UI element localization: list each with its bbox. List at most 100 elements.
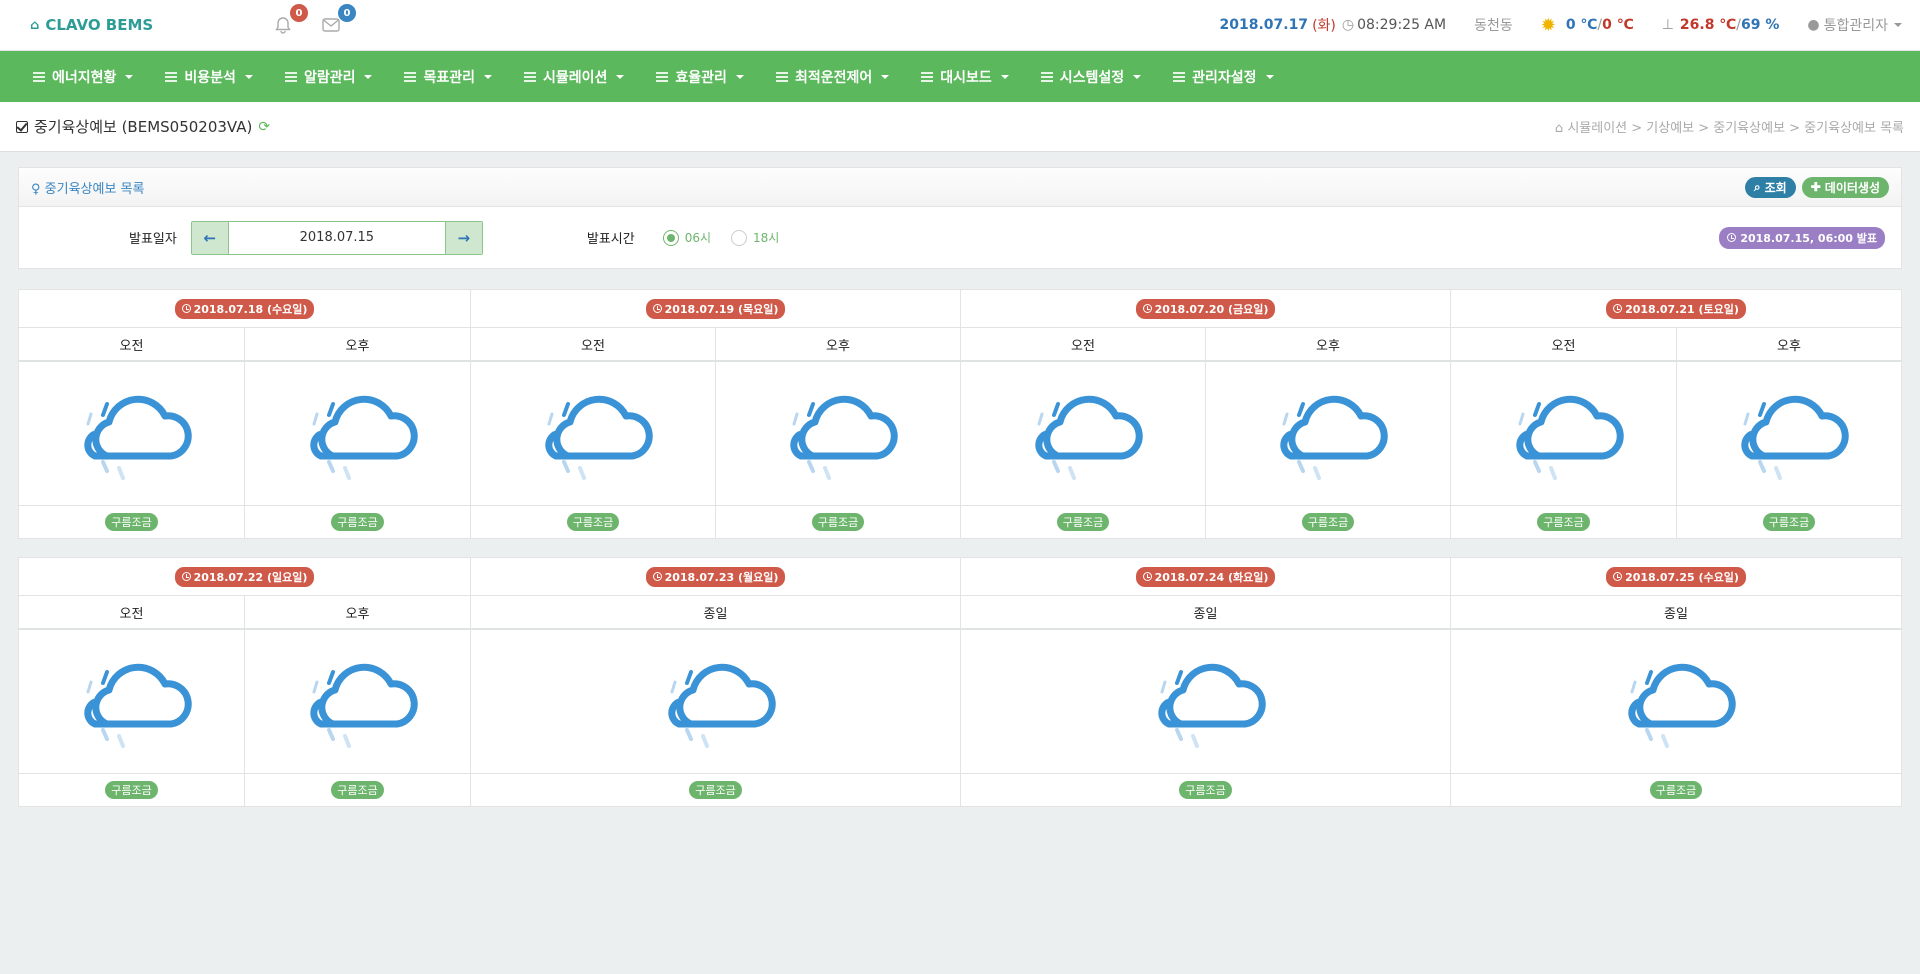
menu-label: 관리자설정 — [1192, 69, 1257, 86]
menu-system-settings[interactable]: 시스템설정 — [1040, 67, 1142, 87]
menu-label: 시스템설정 — [1059, 69, 1125, 86]
menu-simulation[interactable]: 시뮬레이션 — [524, 67, 625, 87]
date-text: 2018.07.20 (금요일) — [1154, 302, 1269, 316]
condition-cell: 구름조금 — [1451, 774, 1901, 806]
menu-cost-analysis[interactable]: 비용분석 — [165, 67, 253, 87]
cloud-rain-icon — [545, 395, 653, 480]
weather-icon-cell — [961, 630, 1451, 773]
date-header-cell: 2018.07.23 (월요일) — [471, 558, 961, 595]
chevron-down-icon — [244, 74, 253, 79]
weather-icon-cell — [245, 630, 471, 773]
date-input[interactable] — [227, 221, 446, 254]
menu-admin-settings[interactable]: 관리자설정 — [1173, 67, 1274, 87]
menu-alarm-management[interactable]: 알람관리 — [284, 67, 373, 87]
cloud-rain-icon — [1157, 663, 1266, 748]
sun-icon: ✹ — [1540, 14, 1556, 36]
radio-unchecked-icon — [731, 229, 747, 246]
top-header: ⌂ CLAVO BEMS 0 0 2018.07.17 (화) ◷ 08:29:… — [0, 0, 1920, 51]
condition-cell: 구름조금 — [245, 774, 471, 806]
condition-cell: 구름조금 — [19, 506, 245, 538]
condition-cell: 구름조금 — [961, 506, 1206, 538]
panel-title: ♀ 중기육상예보 목록 — [31, 178, 144, 197]
weather-icon-cell — [1451, 362, 1677, 505]
period-cell: 종일 — [471, 596, 961, 628]
date-badge: 2018.07.22 (일요일) — [174, 566, 315, 587]
breadcrumb: ⌂ 시뮬레이션 > 기상예보 > 중기육상예보 > 중기육상예보 목록 — [1555, 117, 1904, 136]
condition-cell: 구름조금 — [471, 774, 961, 806]
clock-icon — [1727, 232, 1737, 242]
main-content: ♀ 중기육상예보 목록 ⌕조회 ✚데이터생성 발표일자 ← → 발표시간 06시… — [0, 152, 1920, 807]
brand-logo[interactable]: ⌂ CLAVO BEMS — [30, 16, 270, 34]
date-text: 2018.07.23 (월요일) — [664, 570, 779, 584]
period-cell: 오후 — [716, 328, 961, 360]
period-cell: 종일 — [1664, 606, 1688, 622]
date-badge: 2018.07.18 (수요일) — [174, 298, 315, 319]
generate-data-button[interactable]: ✚ 데이터생성 — [1801, 176, 1889, 198]
filter-bar: 발표일자 ← → 발표시간 06시 18시 2018.07.15, 06:00 … — [18, 207, 1902, 269]
cloud-rain-icon — [309, 663, 418, 748]
period-cell: 오후 — [245, 596, 471, 628]
alarm-button[interactable]: 0 — [270, 4, 308, 38]
outdoor-temp-2: 0 ℃ — [1602, 17, 1634, 33]
chevron-down-icon — [1265, 74, 1274, 79]
message-button[interactable]: 0 — [318, 4, 356, 38]
date-badge: 2018.07.25 (수요일) — [1606, 566, 1746, 587]
current-weekday: (화) — [1312, 18, 1336, 34]
radio-18[interactable]: 18시 — [731, 229, 779, 246]
date-badge: 2018.07.20 (금요일) — [1135, 298, 1276, 319]
menu-bars-icon — [33, 71, 45, 82]
condition-cell: 구름조금 — [1206, 506, 1451, 538]
next-date-button[interactable]: → — [445, 221, 482, 254]
search-button[interactable]: ⌕ 조회 — [1744, 176, 1796, 198]
condition-cell: 구름조금 — [1451, 506, 1677, 538]
alarm-count-badge: 0 — [290, 4, 308, 22]
message-count-badge: 0 — [338, 4, 356, 22]
chevron-down-icon — [1133, 74, 1142, 79]
menu-dashboard[interactable]: 대시보드 — [921, 67, 1009, 87]
user-menu[interactable]: ● 통합관리자 — [1807, 15, 1902, 35]
prev-date-button[interactable]: ← — [191, 221, 228, 254]
radio-06[interactable]: 06시 — [662, 229, 711, 246]
condition-badge: 구름조금 — [1649, 781, 1703, 799]
arrow-left-icon: ← — [203, 228, 217, 247]
date-header-cell: 2018.07.19 (목요일) — [471, 290, 961, 327]
menu-bars-icon — [1040, 71, 1053, 82]
menu-efficiency-management[interactable]: 효율관리 — [656, 67, 744, 87]
weather-icon-cell — [1206, 362, 1451, 505]
clock-icon: ◷ — [1341, 17, 1355, 33]
menu-label: 알람관리 — [303, 69, 356, 86]
menu-bars-icon — [921, 71, 934, 82]
cloud-rain-icon — [309, 395, 418, 480]
condition-cell: 구름조금 — [1677, 506, 1901, 538]
condition-badge: 구름조금 — [811, 513, 865, 531]
published-badge: 2018.07.15, 06:00 발표 — [1719, 226, 1885, 249]
chevron-down-icon — [1894, 23, 1902, 27]
weather-icon-cell — [471, 362, 716, 505]
period-cell: 오전 — [961, 328, 1206, 360]
condition-badge: 구름조금 — [689, 781, 742, 799]
date-header-cell: 2018.07.25 (수요일) — [1451, 558, 1901, 595]
menu-target-management[interactable]: 목표관리 — [404, 67, 492, 87]
date-text: 2018.07.22 (일요일) — [193, 570, 308, 584]
cloud-rain-icon — [667, 663, 776, 748]
condition-badge: 구름조금 — [1762, 513, 1816, 531]
cloud-rain-icon — [1280, 395, 1388, 480]
weather-icon-cell — [1451, 630, 1901, 773]
main-menu: 에너지현황 비용분석 알람관리 목표관리 시뮬레이션 효율관리 최적운전제어 대… — [0, 51, 1920, 102]
date-header-cell: 2018.07.24 (화요일) — [961, 558, 1451, 595]
weather-icon-cell — [471, 630, 961, 773]
radio-checked-icon — [662, 229, 679, 246]
menu-optimal-control[interactable]: 최적운전제어 — [775, 67, 890, 87]
page-title: 중기육상예보 (BEMS050203VA) ⟳ — [16, 116, 270, 137]
menu-energy-status[interactable]: 에너지현황 — [33, 67, 134, 87]
condition-cell: 구름조금 — [961, 774, 1451, 806]
status-area: 2018.07.17 (화) ◷ 08:29:25 AM 동천동 ✹ 0 ℃ /… — [1219, 15, 1902, 36]
date-picker: ← → — [190, 220, 483, 255]
brand-name: CLAVO BEMS — [45, 16, 154, 34]
period-cell: 오후 — [1206, 328, 1451, 360]
refresh-icon[interactable]: ⟳ — [258, 119, 270, 135]
cloud-rain-icon — [83, 663, 192, 748]
forecast-table-week2: 2018.07.22 (일요일) 2018.07.23 (월요일) 2018.0… — [18, 557, 1902, 807]
envelope-icon — [322, 18, 340, 32]
outdoor-temp-1: 0 ℃ — [1565, 17, 1598, 33]
